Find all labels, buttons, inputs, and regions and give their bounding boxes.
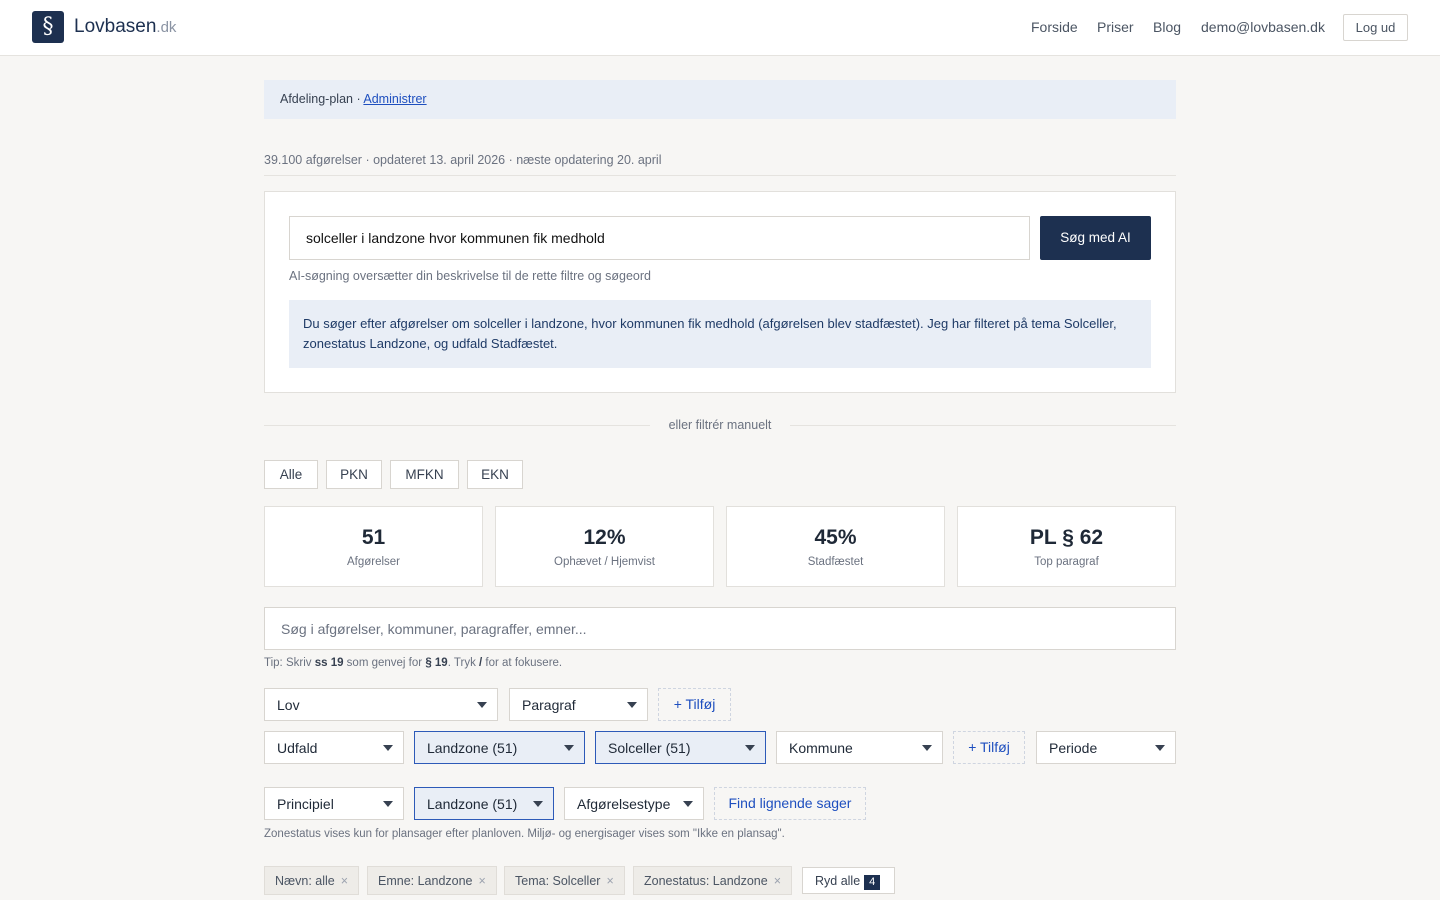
filter-chip-tema[interactable]: Tema: Solceller × — [504, 866, 625, 895]
divider-right — [790, 425, 1176, 426]
brand-tld: .dk — [156, 19, 177, 36]
chip-label: Tema: Solceller — [515, 874, 601, 888]
remove-chip-icon[interactable]: × — [606, 874, 613, 888]
tip-text: . Tryk — [447, 657, 480, 669]
chevron-down-icon — [564, 745, 574, 751]
remove-chip-icon[interactable]: × — [479, 874, 486, 888]
chevron-down-icon — [1155, 745, 1165, 751]
nav-priser[interactable]: Priser — [1097, 19, 1134, 35]
filter-kommune-select[interactable]: Kommune — [776, 731, 943, 764]
remove-chip-icon[interactable]: × — [341, 874, 348, 888]
chevron-down-icon — [745, 745, 755, 751]
select-value: Landzone (51) — [427, 740, 518, 756]
filter-chip-naevn[interactable]: Nævn: alle × — [264, 866, 360, 895]
select-value: Landzone (51) — [427, 796, 518, 812]
select-value: Periode — [1049, 740, 1098, 756]
nav-blog[interactable]: Blog — [1153, 19, 1181, 35]
filter-periode-select[interactable]: Periode — [1036, 731, 1176, 764]
nav-account-email[interactable]: demo@lovbasen.dk — [1201, 19, 1325, 35]
stat-card-overturned: 12% Ophævet / Hjemvist — [495, 506, 714, 587]
top-header: § Lovbasen.dk Forside Priser Blog demo@l… — [0, 0, 1440, 56]
chevron-down-icon — [383, 745, 393, 751]
stat-card-upheld: 45% Stadfæstet — [726, 506, 945, 587]
tip-key: ss 19 — [314, 657, 344, 669]
select-value: Kommune — [789, 740, 853, 756]
ai-response: Du søger efter afgørelser om solceller i… — [289, 300, 1151, 368]
stat-label: Stadfæstet — [807, 556, 864, 568]
stat-value: PL § 62 — [1029, 526, 1104, 549]
filter-udfald-select[interactable]: Udfald — [264, 731, 404, 764]
paragraph-logo-icon[interactable]: § — [32, 11, 64, 43]
plan-banner: Afdeling-plan · Administrer — [264, 80, 1176, 119]
select-value: Paragraf — [522, 697, 576, 713]
zone-status-note: Zonestatus vises kun for plansager efter… — [264, 828, 785, 840]
tip-text: som genvej for — [343, 657, 426, 669]
filter-chip-zonestatus[interactable]: Zonestatus: Landzone × — [633, 866, 793, 895]
filter-principiel-select[interactable]: Principiel — [264, 787, 404, 820]
stat-value: 45% — [814, 526, 857, 549]
filter-lov-select[interactable]: Lov — [264, 688, 498, 721]
chip-label: Nævn: alle — [275, 874, 335, 888]
stat-card-decisions: 51 Afgørelser — [264, 506, 483, 587]
select-value: Principiel — [277, 796, 334, 812]
logout-button[interactable]: Log ud — [1343, 14, 1408, 41]
tab-alle[interactable]: Alle — [264, 460, 318, 489]
divider — [264, 175, 1176, 176]
brand-label: Lovbasen — [74, 16, 157, 37]
search-input[interactable]: Søg i afgørelser, kommuner, paragraffer,… — [264, 607, 1176, 650]
tip-key: § 19 — [425, 657, 448, 669]
remove-chip-icon[interactable]: × — [774, 874, 781, 888]
select-value: Afgørelsestype — [577, 796, 671, 812]
ai-search-input[interactable]: solceller i landzone hvor kommunen fik m… — [289, 216, 1030, 260]
filter-chip-emne[interactable]: Emne: Landzone × — [367, 866, 497, 895]
chevron-down-icon — [533, 801, 543, 807]
manage-plan-link[interactable]: Administrer — [363, 92, 426, 106]
select-value: Lov — [277, 697, 300, 713]
nav-forside[interactable]: Forside — [1031, 19, 1078, 35]
add-filter-button[interactable]: + Tilføj — [953, 731, 1025, 764]
plan-text: Afdeling-plan · — [280, 92, 364, 106]
chevron-down-icon — [477, 702, 487, 708]
select-value: Solceller (51) — [608, 740, 691, 756]
stat-value: 51 — [361, 526, 386, 549]
chip-label: Emne: Landzone — [378, 874, 473, 888]
ai-search-hint: AI-søgning oversætter din beskrivelse ti… — [289, 269, 651, 283]
filter-zonestatus-select[interactable]: Landzone (51) — [414, 787, 554, 820]
chevron-down-icon — [383, 801, 393, 807]
tab-mfkn[interactable]: MFKN — [390, 460, 459, 489]
database-meta: 39.100 afgørelser · opdateret 13. april … — [264, 153, 662, 167]
stat-value: 12% — [583, 526, 626, 549]
tab-pkn[interactable]: PKN — [326, 460, 382, 489]
filter-zone-select[interactable]: Landzone (51) — [414, 731, 585, 764]
chip-label: Zonestatus: Landzone — [644, 874, 768, 888]
find-similar-cases-button[interactable]: Find lignende sager — [714, 787, 866, 820]
filter-afgoerelsestype-select[interactable]: Afgørelsestype — [564, 787, 704, 820]
chevron-down-icon — [922, 745, 932, 751]
ai-search-button[interactable]: Søg med AI — [1040, 216, 1151, 260]
tip-text: Tip: Skriv — [264, 657, 315, 669]
stat-label: Ophævet / Hjemvist — [554, 556, 655, 568]
filter-paragraf-select[interactable]: Paragraf — [509, 688, 648, 721]
filter-tema-select[interactable]: Solceller (51) — [595, 731, 766, 764]
stat-card-top-paragraph: PL § 62 Top paragraf — [957, 506, 1176, 587]
chevron-down-icon — [683, 801, 693, 807]
manual-filter-divider-text: eller filtrér manuelt — [668, 418, 772, 432]
tab-ekn[interactable]: EKN — [467, 460, 523, 489]
select-value: Udfald — [277, 740, 318, 756]
clear-all-button[interactable]: Ryd alle 4 — [802, 867, 895, 894]
divider-left — [264, 425, 650, 426]
chevron-down-icon — [627, 702, 637, 708]
clear-label: Ryd alle — [815, 874, 861, 888]
search-tip: Tip: Skriv ss 19 som genvej for § 19. Tr… — [264, 657, 562, 669]
stat-label: Afgørelser — [346, 556, 401, 568]
brand-name[interactable]: Lovbasen.dk — [74, 16, 176, 38]
tip-text: for at fokusere. — [482, 657, 563, 669]
active-filter-count-badge: 4 — [864, 875, 881, 890]
stat-label: Top paragraf — [1034, 556, 1099, 568]
add-filter-button[interactable]: + Tilføj — [658, 688, 731, 721]
